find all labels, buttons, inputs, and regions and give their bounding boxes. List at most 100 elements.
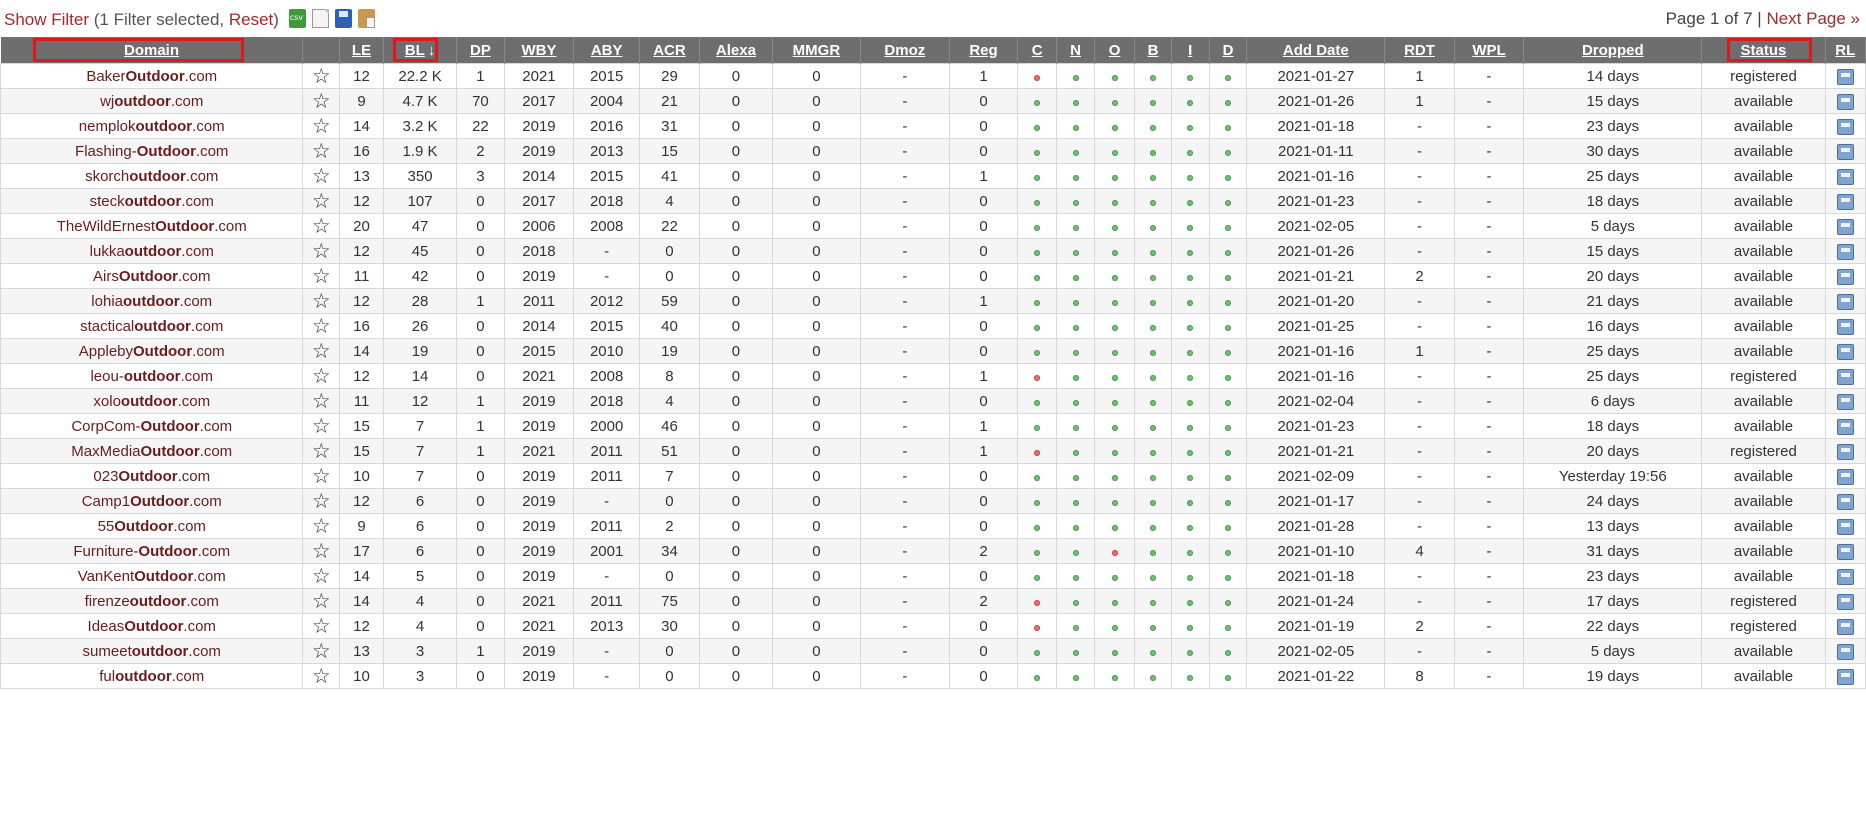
- column-header-bl[interactable]: BL ↓: [383, 37, 458, 64]
- domain-link[interactable]: lohiaoutdoor.com: [91, 293, 212, 310]
- domain-link[interactable]: leou-outdoor.com: [90, 368, 213, 385]
- rl-icon[interactable]: [1836, 593, 1854, 610]
- star-icon[interactable]: ☆: [312, 191, 331, 212]
- domain-link[interactable]: Furniture-Outdoor.com: [73, 543, 230, 560]
- domain-link[interactable]: CorpCom-Outdoor.com: [71, 418, 232, 435]
- rl-icon[interactable]: [1836, 93, 1854, 110]
- column-header-add-date[interactable]: Add Date: [1246, 37, 1386, 64]
- domain-link[interactable]: BakerOutdoor.com: [86, 68, 217, 85]
- column-header-acr[interactable]: ACR: [639, 37, 700, 64]
- star-icon[interactable]: ☆: [312, 341, 331, 362]
- clipboard-icon[interactable]: [357, 9, 375, 28]
- domain-link[interactable]: nemplokoutdoor.com: [79, 118, 225, 135]
- domain-link[interactable]: TheWildErnestOutdoor.com: [57, 218, 247, 235]
- rl-icon[interactable]: [1836, 493, 1854, 510]
- domain-link[interactable]: IdeasOutdoor.com: [88, 618, 216, 635]
- star-icon[interactable]: ☆: [312, 516, 331, 537]
- column-header-n[interactable]: N: [1056, 37, 1095, 64]
- domain-link[interactable]: Camp1Outdoor.com: [82, 493, 222, 510]
- domain-link[interactable]: sumeetoutdoor.com: [83, 643, 221, 660]
- rl-icon[interactable]: [1836, 318, 1854, 335]
- rl-icon[interactable]: [1836, 468, 1854, 485]
- rl-icon[interactable]: [1836, 343, 1854, 360]
- star-icon[interactable]: ☆: [312, 66, 331, 87]
- rl-icon[interactable]: [1836, 393, 1854, 410]
- column-header-rdt[interactable]: RDT: [1384, 37, 1455, 64]
- star-icon[interactable]: ☆: [312, 141, 331, 162]
- star-icon[interactable]: ☆: [312, 666, 331, 687]
- star-icon[interactable]: ☆: [312, 166, 331, 187]
- rl-icon[interactable]: [1836, 168, 1854, 185]
- column-header-reg[interactable]: Reg: [949, 37, 1019, 64]
- domain-link[interactable]: skorchoutdoor.com: [85, 168, 218, 185]
- rl-icon[interactable]: [1836, 518, 1854, 535]
- star-icon[interactable]: ☆: [312, 541, 331, 562]
- star-icon[interactable]: ☆: [312, 316, 331, 337]
- column-header-status[interactable]: Status: [1701, 37, 1826, 64]
- star-icon[interactable]: ☆: [312, 441, 331, 462]
- column-header-b[interactable]: B: [1134, 37, 1172, 64]
- star-icon[interactable]: ☆: [312, 266, 331, 287]
- rl-icon[interactable]: [1836, 443, 1854, 460]
- column-header-dp[interactable]: DP: [456, 37, 505, 64]
- save-icon[interactable]: [334, 9, 352, 28]
- domain-link[interactable]: wjoutdoor.com: [100, 93, 203, 110]
- column-header-dmoz[interactable]: Dmoz: [860, 37, 950, 64]
- column-header-d[interactable]: D: [1209, 37, 1248, 64]
- rl-icon[interactable]: [1836, 268, 1854, 285]
- domain-link[interactable]: 023Outdoor.com: [93, 468, 210, 485]
- column-header-domain[interactable]: Domain: [0, 37, 304, 64]
- column-header-le[interactable]: LE: [339, 37, 384, 64]
- rl-icon[interactable]: [1836, 193, 1854, 210]
- star-icon[interactable]: ☆: [312, 116, 331, 137]
- column-header-wpl[interactable]: WPL: [1454, 37, 1525, 64]
- rl-icon[interactable]: [1836, 293, 1854, 310]
- domain-link[interactable]: MaxMediaOutdoor.com: [71, 443, 232, 460]
- domain-link[interactable]: firenzeoutdoor.com: [85, 593, 219, 610]
- show-filter-link[interactable]: Show Filter: [4, 10, 89, 29]
- rl-icon[interactable]: [1836, 543, 1854, 560]
- column-header-rl[interactable]: RL: [1825, 37, 1866, 64]
- rl-icon[interactable]: [1836, 243, 1854, 260]
- domain-link[interactable]: stacticaloutdoor.com: [80, 318, 223, 335]
- column-header-wby[interactable]: WBY: [504, 37, 575, 64]
- column-header-alexa[interactable]: Alexa: [699, 37, 774, 64]
- rl-icon[interactable]: [1836, 668, 1854, 685]
- domain-link[interactable]: ApplebyOutdoor.com: [79, 343, 225, 360]
- domain-link[interactable]: 55Outdoor.com: [98, 518, 206, 535]
- rl-icon[interactable]: [1836, 68, 1854, 85]
- csv-export-icon[interactable]: [288, 9, 306, 28]
- rl-icon[interactable]: [1836, 418, 1854, 435]
- star-icon[interactable]: ☆: [312, 216, 331, 237]
- star-icon[interactable]: ☆: [312, 641, 331, 662]
- domain-link[interactable]: fuloutdoor.com: [99, 668, 204, 685]
- reset-filter-link[interactable]: Reset: [229, 10, 273, 29]
- star-icon[interactable]: ☆: [312, 91, 331, 112]
- star-icon[interactable]: ☆: [312, 241, 331, 262]
- column-header-dropped[interactable]: Dropped: [1523, 37, 1703, 64]
- column-header-mmgr[interactable]: MMGR: [772, 37, 861, 64]
- star-icon[interactable]: ☆: [312, 491, 331, 512]
- rl-icon[interactable]: [1836, 643, 1854, 660]
- domain-link[interactable]: VanKentOutdoor.com: [78, 568, 226, 585]
- domain-link[interactable]: xolooutdoor.com: [93, 393, 210, 410]
- column-header-i[interactable]: I: [1171, 37, 1210, 64]
- rl-icon[interactable]: [1836, 368, 1854, 385]
- star-icon[interactable]: ☆: [312, 566, 331, 587]
- star-icon[interactable]: ☆: [312, 591, 331, 612]
- rl-icon[interactable]: [1836, 618, 1854, 635]
- column-header-aby[interactable]: ABY: [573, 37, 641, 64]
- blank-page-icon[interactable]: [311, 9, 329, 28]
- rl-icon[interactable]: [1836, 143, 1854, 160]
- rl-icon[interactable]: [1836, 568, 1854, 585]
- star-icon[interactable]: ☆: [312, 391, 331, 412]
- star-icon[interactable]: ☆: [312, 291, 331, 312]
- domain-link[interactable]: AirsOutdoor.com: [93, 268, 211, 285]
- column-header-o[interactable]: O: [1094, 37, 1136, 64]
- star-icon[interactable]: ☆: [312, 616, 331, 637]
- star-icon[interactable]: ☆: [312, 466, 331, 487]
- column-header-c[interactable]: C: [1017, 37, 1058, 64]
- next-page-link[interactable]: Next Page »: [1766, 9, 1860, 28]
- rl-icon[interactable]: [1836, 218, 1854, 235]
- star-icon[interactable]: ☆: [312, 366, 331, 387]
